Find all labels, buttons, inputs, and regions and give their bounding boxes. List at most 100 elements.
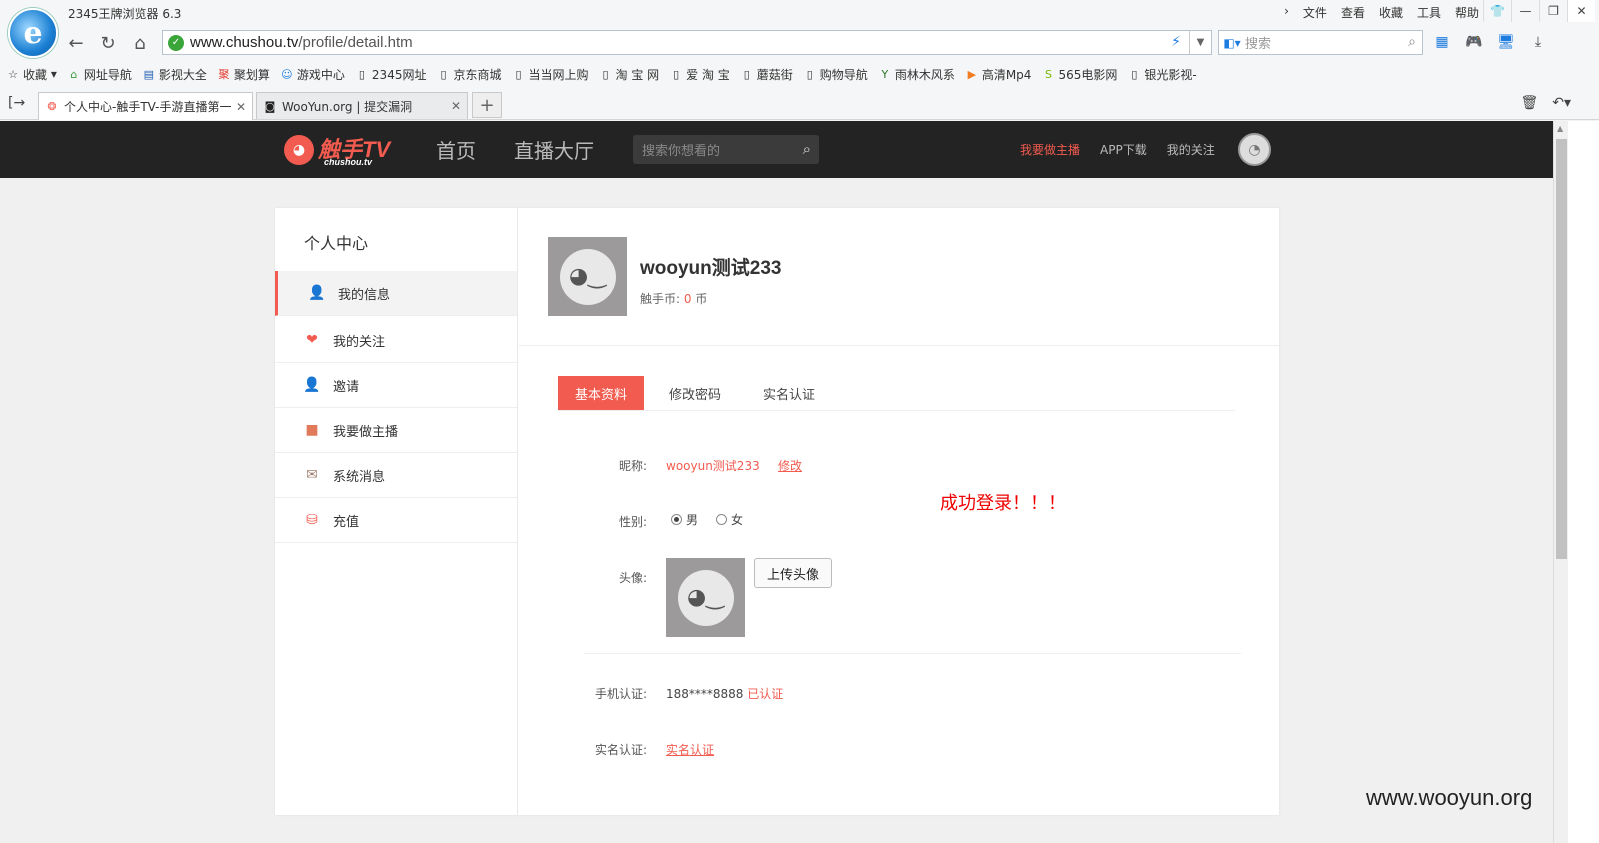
browser-logo-icon[interactable]: e [8,8,58,58]
site-search-input[interactable]: 搜索你想看的 ⌕ [633,135,819,164]
minimize-button[interactable]: — [1511,0,1539,22]
tab-wooyun[interactable]: ◙ WooYun.org | 提交漏洞 ✕ [256,92,468,119]
sidebar-toggle-icon[interactable]: [→ [8,95,25,111]
modify-nick-link[interactable]: 修改 [778,457,802,474]
menu-tools[interactable]: 工具 [1417,4,1441,21]
film-icon: S [1044,67,1052,81]
fav-item[interactable]: ▯ 2345网址 [355,66,427,83]
games-icon[interactable]: 🎮 [1464,32,1484,52]
nick-label: 昵称: [618,459,647,473]
favorites-button[interactable]: ☆ 收藏 ▾ [6,66,57,83]
tab-real-name[interactable]: 实名认证 [746,376,832,410]
close-tab-icon[interactable]: ✕ [451,99,461,113]
avatar-label: 头像: [618,571,647,585]
my-follow-link[interactable]: 我的关注 [1167,141,1215,158]
window-controls: 👕 — ❐ ✕ [1483,0,1595,22]
invite-icon: 👤 [303,377,321,393]
search-icon[interactable]: ⌕ [803,140,811,158]
speed-mode-icon[interactable]: ⚡ [1171,34,1181,50]
tab-chushou[interactable]: ❂ 个人中心-触手TV-手游直播第一 ✕ [38,92,253,120]
coins-icon: ⛁ [306,512,318,528]
profile-header: ◕‿ wooyun测试233 触手币: 0 币 [519,208,1279,346]
apps-icon[interactable]: ▦ [1432,32,1452,52]
address-dropdown-icon[interactable]: ▼ [1189,31,1211,54]
video-icon: ▤ [143,67,155,81]
url-text[interactable]: www.chushou.tv/profile/detail.htm [190,34,413,51]
user-avatar[interactable]: ◔ [1238,133,1271,166]
site-nav: 首页 直播大厅 [436,135,594,164]
skin-icon[interactable]: 👕 [1483,0,1511,22]
new-tab-button[interactable]: + [472,92,502,118]
maximize-button[interactable]: ❐ [1539,0,1567,22]
back-icon[interactable]: ← [64,32,88,54]
tab-actions: 🗑 ↶▾ [1520,95,1571,111]
nav-live-hall[interactable]: 直播大厅 [514,135,594,164]
be-anchor-link[interactable]: 我要做主播 [1020,141,1080,158]
site-header: ◕ 触手TV chushou.tv 首页 直播大厅 搜索你想看的 ⌕ 我要做主播… [0,121,1553,178]
fav-item[interactable]: ▯ 爱 淘 宝 [669,66,730,83]
watermark: www.wooyun.org [1366,785,1533,810]
sidebar-item-messages[interactable]: ✉ 系统消息 [275,453,517,498]
sidebar-heading: 个人中心 [304,234,369,253]
fav-item[interactable]: ▯ 当当网上购 [511,66,588,83]
user-icon: 👤 [308,285,326,301]
trash-icon[interactable]: 🗑 [1520,95,1538,111]
app-download-link[interactable]: APP下载 [1100,141,1147,158]
fav-item[interactable]: ▶ 高清Mp4 [965,66,1032,83]
sidebar-item-label: 我的信息 [338,287,391,303]
fav-item[interactable]: ▯ 淘 宝 网 [599,66,659,83]
browser-search[interactable]: ◧▾ 搜索 ⌕ [1218,30,1423,55]
page-icon: ▯ [515,67,522,81]
site-logo[interactable]: ◕ 触手TV chushou.tv [284,135,390,167]
upload-avatar-button[interactable]: 上传头像 [754,558,832,588]
screen-icon[interactable]: 🖥 [1496,32,1516,52]
sidebar-item-be-anchor[interactable]: ■ 我要做主播 [275,408,517,453]
menu-arrow-icon[interactable]: › [1284,4,1289,21]
realname-link[interactable]: 实名认证 [666,741,714,758]
menu-help[interactable]: 帮助 [1455,4,1479,21]
scrollbar[interactable]: ▲ [1553,121,1568,843]
fav-item[interactable]: ▯ 银光影视- [1127,66,1196,83]
home-icon[interactable]: ⌂ [128,32,152,54]
scroll-up-icon[interactable]: ▲ [1557,124,1563,133]
close-button[interactable]: ✕ [1567,0,1595,22]
scrollbar-thumb[interactable] [1556,139,1567,559]
sidebar-item-label: 充值 [333,514,360,530]
fav-item[interactable]: ▯ 购物导航 [803,66,868,83]
fav-item[interactable]: ▤ 影视大全 [142,66,207,83]
phone-status: 已认证 [747,687,784,701]
gender-male-radio[interactable] [671,514,682,525]
fav-item[interactable]: S 565电影网 [1041,66,1117,83]
sidebar-item-my-info[interactable]: 👤 我的信息 [275,271,517,316]
profile-card: 个人中心 👤 我的信息 ❤ 我的关注 👤 邀请 ■ 我要做主播 ✉ 系统消息 ⛁… [275,208,1279,815]
search-engine-icon[interactable]: ◧▾ [1219,31,1245,54]
fav-item[interactable]: ▯ 京东商城 [436,66,501,83]
menu-favorites[interactable]: 收藏 [1379,4,1403,21]
sidebar-item-my-follow[interactable]: ❤ 我的关注 [275,318,517,363]
fav-item[interactable]: ☺ 游戏中心 [280,66,345,83]
address-bar[interactable]: ✓ www.chushou.tv/profile/detail.htm ⚡ ▼ [162,30,1212,55]
sidebar-item-recharge[interactable]: ⛁ 充值 [275,498,517,543]
fav-item[interactable]: Y 雨林木风系 [878,66,954,83]
nav-home[interactable]: 首页 [436,135,476,164]
undo-icon[interactable]: ↶▾ [1552,95,1571,111]
search-icon[interactable]: ⌕ [1408,34,1416,50]
fav-item[interactable]: ▯ 蘑菇街 [740,66,793,83]
mascot-icon: ◕ [284,135,314,165]
fav-item[interactable]: ⌂ 网址导航 [67,66,132,83]
tab-basic-info[interactable]: 基本资料 [558,376,645,410]
tab-change-password[interactable]: 修改密码 [652,376,738,410]
refresh-icon[interactable]: ↻ [96,32,120,54]
secure-shield-icon: ✓ [168,34,184,51]
fav-item[interactable]: 聚聚划算 [217,66,270,83]
nick-value: wooyun测试233 [666,459,760,473]
browser-chrome: e 2345王牌浏览器 6.3 › 文件 查看 收藏 工具 帮助 👕 — ❐ ✕… [0,0,1599,120]
menu-file[interactable]: 文件 [1303,4,1327,21]
gender-female-radio[interactable] [716,514,728,525]
download-icon[interactable]: ⤓ [1528,32,1548,52]
page-icon: ▯ [673,67,680,81]
avatar-preview: ◕‿ [666,558,745,637]
menu-view[interactable]: 查看 [1341,4,1365,21]
sidebar-item-invite[interactable]: 👤 邀请 [275,363,517,408]
close-tab-icon[interactable]: ✕ [236,100,246,114]
